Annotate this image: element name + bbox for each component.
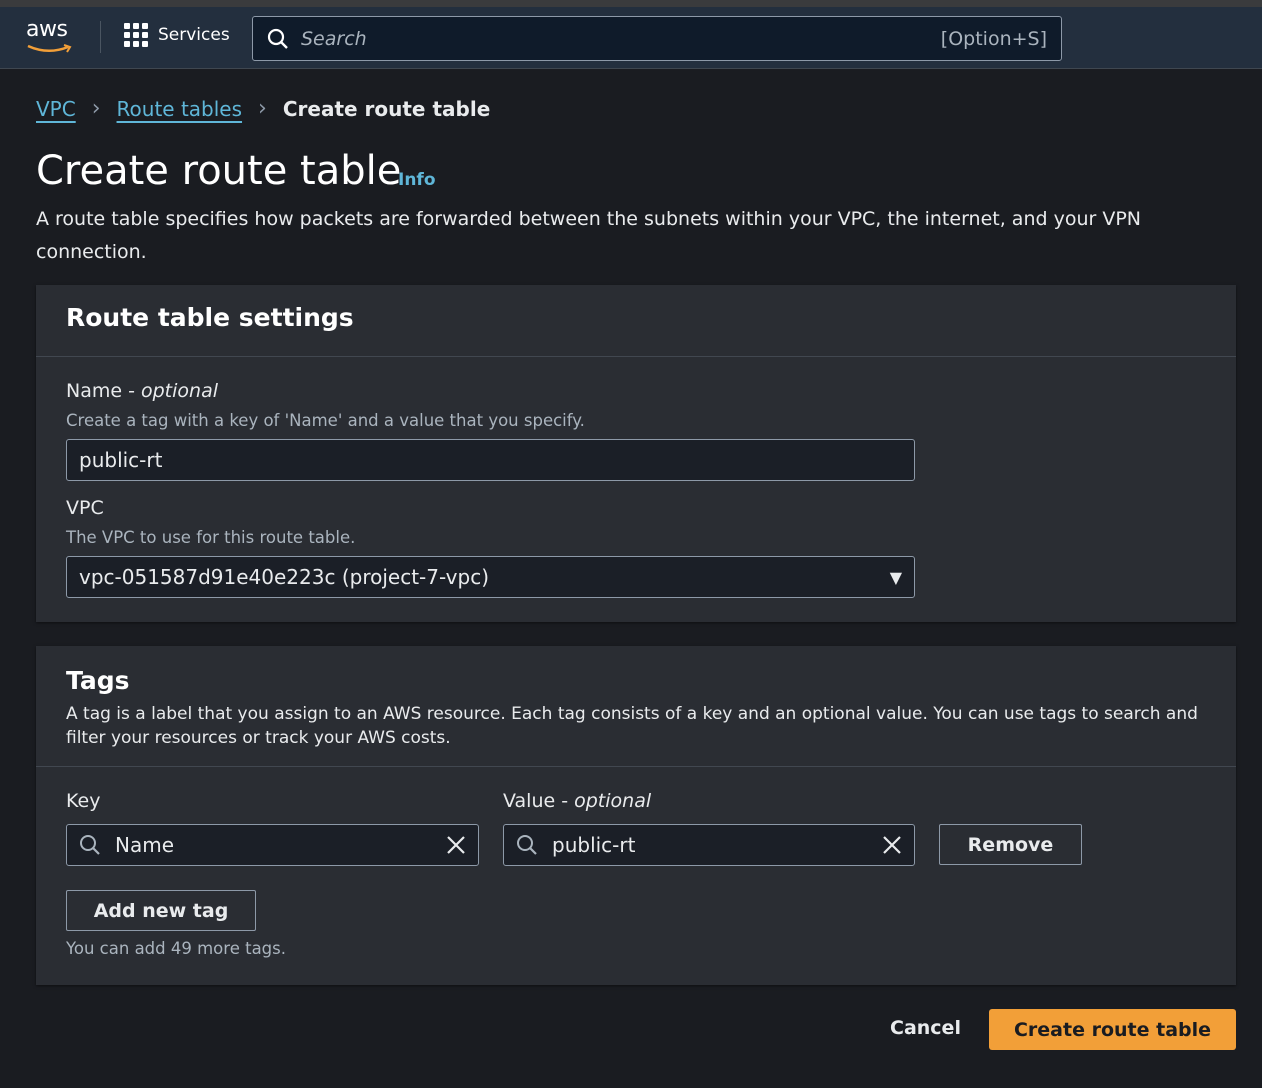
- search-placeholder: Search: [301, 27, 367, 50]
- breadcrumb-current: Create route table: [282, 96, 491, 121]
- page-title: Create route table: [36, 148, 402, 194]
- name-hint: Create a tag with a key of 'Name' and a …: [66, 411, 585, 430]
- tags-remaining-hint: You can add 49 more tags.: [66, 939, 286, 958]
- name-input[interactable]: public-rt: [66, 439, 915, 481]
- aws-smile-icon: [27, 44, 72, 53]
- breadcrumb-vpc[interactable]: VPC: [36, 97, 76, 121]
- vpc-hint: The VPC to use for this route table.: [66, 528, 356, 547]
- chevron-right-icon: ›: [91, 96, 101, 121]
- grid-icon: [124, 23, 148, 47]
- add-new-tag-button[interactable]: Add new tag: [66, 890, 256, 931]
- search-shortcut: [Option+S]: [940, 27, 1047, 50]
- create-route-table-button[interactable]: Create route table: [989, 1009, 1236, 1050]
- route-table-settings-panel: Route table settings Name - optional Cre…: [36, 285, 1236, 622]
- tags-description: A tag is a label that you assign to an A…: [66, 704, 1198, 748]
- top-nav-bar: aws Services Search [Option+S]: [0, 7, 1262, 69]
- breadcrumb: VPC › Route tables › Create route table: [36, 96, 490, 121]
- vpc-select[interactable]: vpc-051587d91e40e223c (project-7-vpc) ▼: [66, 556, 915, 598]
- clear-icon[interactable]: [446, 835, 466, 855]
- settings-title: Route table settings: [66, 303, 354, 332]
- aws-logo[interactable]: aws: [26, 17, 76, 57]
- nav-divider: [100, 21, 101, 53]
- chevron-right-icon: ›: [258, 96, 267, 121]
- breadcrumb-route-tables[interactable]: Route tables: [117, 97, 243, 121]
- search-icon: [267, 28, 288, 49]
- panel-divider: [36, 356, 1236, 357]
- cancel-button[interactable]: Cancel: [890, 1017, 961, 1039]
- value-label: Value - optional: [503, 790, 652, 812]
- panel-divider: [36, 766, 1236, 767]
- remove-tag-button[interactable]: Remove: [939, 824, 1082, 865]
- name-label: Name - optional: [66, 380, 219, 402]
- tag-key-input[interactable]: Name: [66, 824, 479, 866]
- tags-panel: Tags A tag is a label that you assign to…: [36, 646, 1236, 985]
- page-description: A route table specifies how packets are …: [36, 208, 1142, 263]
- tag-value-input[interactable]: public-rt: [503, 824, 915, 866]
- info-link[interactable]: Info: [398, 170, 436, 190]
- search-icon: [80, 835, 100, 855]
- key-label: Key: [66, 790, 101, 812]
- vpc-label: VPC: [66, 497, 104, 519]
- tags-title: Tags: [66, 666, 130, 695]
- search-icon: [517, 835, 537, 855]
- services-menu-button[interactable]: Services: [124, 23, 230, 47]
- window-top-strip: [0, 0, 1262, 7]
- services-label: Services: [158, 25, 230, 45]
- caret-down-icon: ▼: [889, 567, 902, 587]
- search-input[interactable]: Search [Option+S]: [252, 16, 1062, 61]
- clear-icon[interactable]: [882, 835, 902, 855]
